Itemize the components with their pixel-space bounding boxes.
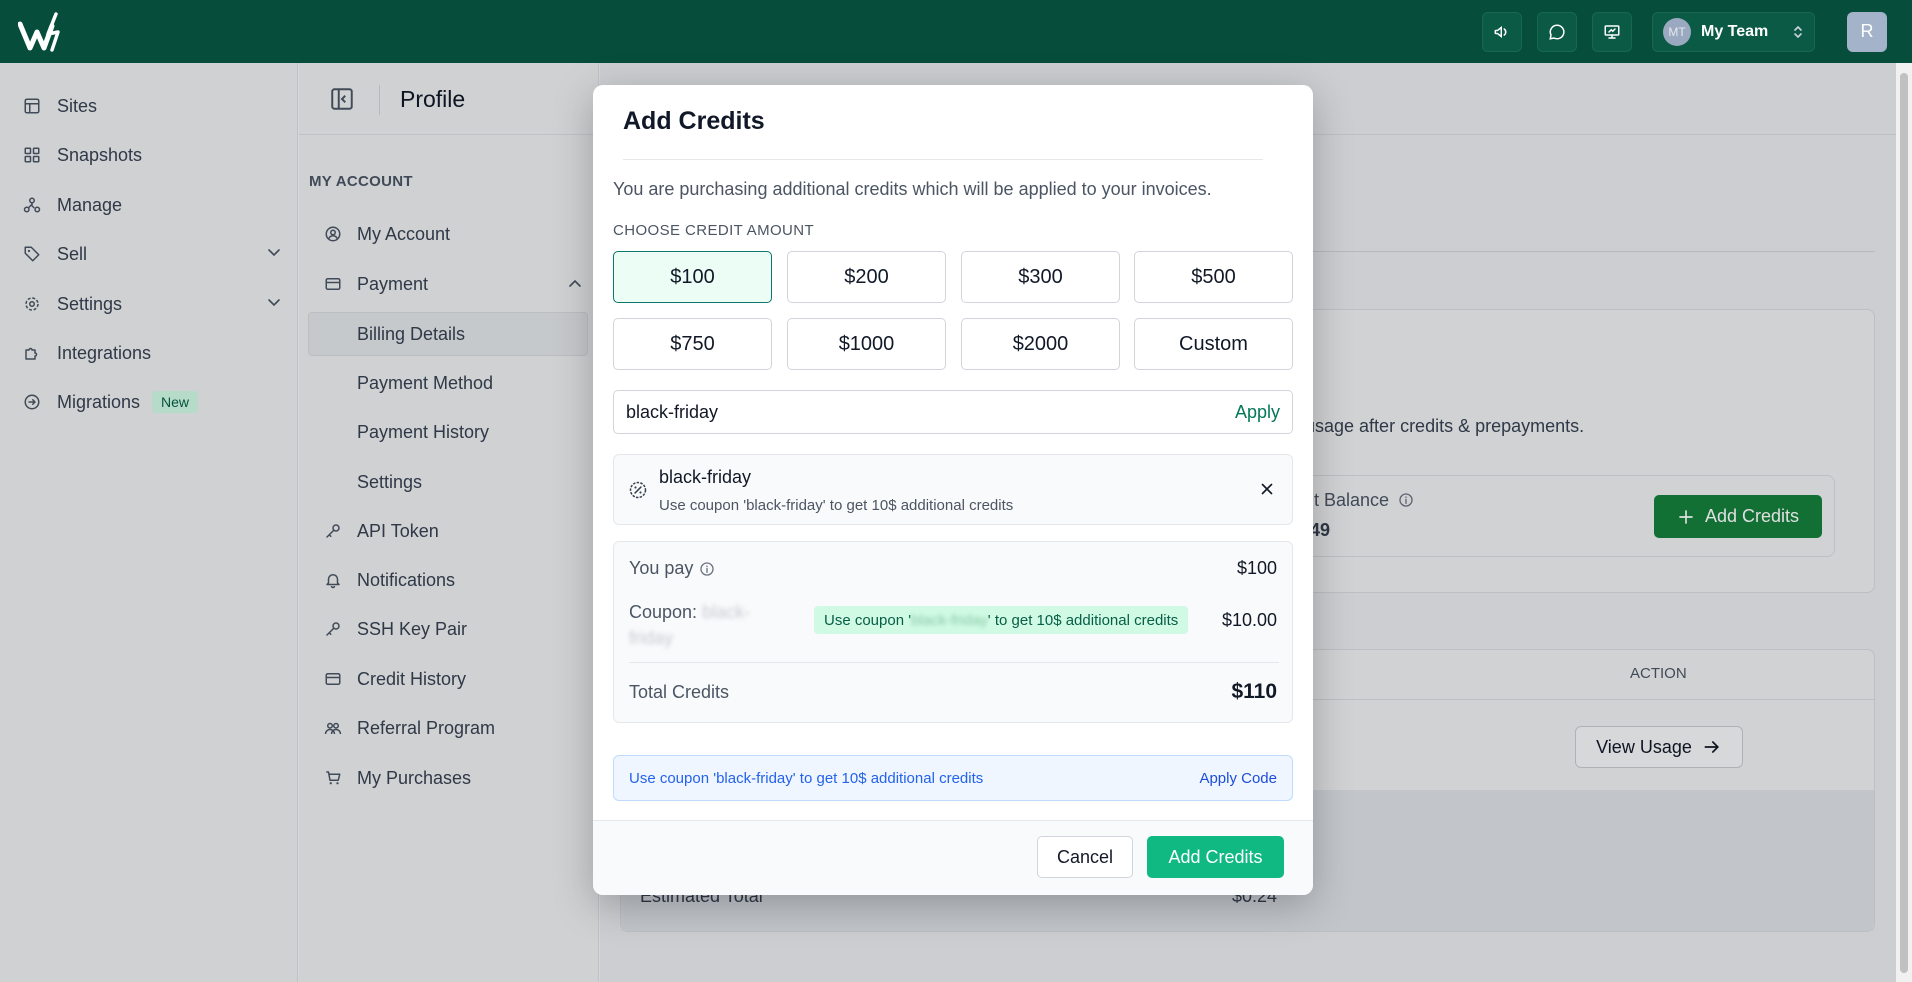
amount-option-100[interactable]: $100 — [613, 251, 772, 303]
amount-option-750[interactable]: $750 — [613, 318, 772, 370]
coupon-input-value[interactable]: black-friday — [626, 402, 1235, 423]
cancel-button[interactable]: Cancel — [1037, 836, 1133, 878]
coupon-name: black-friday — [659, 467, 752, 487]
app-logo-icon[interactable] — [18, 12, 68, 52]
total-credits-value: $110 — [1231, 680, 1277, 703]
amount-option-200[interactable]: $200 — [787, 251, 946, 303]
applied-coupon-card: black-friday Use coupon 'black-friday' t… — [613, 454, 1293, 525]
team-switcher[interactable]: MT My Team — [1652, 11, 1815, 52]
megaphone-icon — [1494, 25, 1507, 38]
amount-option-300[interactable]: $300 — [961, 251, 1120, 303]
payment-summary: You pay $100 Coupon: black-friday Use co… — [613, 541, 1293, 723]
scrollbar-thumb[interactable] — [1900, 73, 1908, 973]
chevron-up-down-icon — [1794, 25, 1802, 38]
team-name: My Team — [1701, 22, 1769, 40]
user-avatar[interactable]: R — [1847, 11, 1887, 52]
coupon-summary-label: Coupon: black-friday — [629, 602, 751, 648]
amount-option-custom[interactable]: Custom — [1134, 318, 1293, 370]
modal-title: Add Credits — [623, 107, 765, 135]
coupon-summary-pill: Use coupon ' black-friday ' to get 10$ add… — [814, 606, 1189, 634]
apply-code-button[interactable]: Apply Code — [1199, 770, 1277, 787]
coupon-description: Use coupon 'black-friday' to get 10$ add… — [659, 497, 1014, 514]
total-credits-label: Total Credits — [629, 682, 730, 702]
promo-text: Use coupon 'black-friday' to get 10$ add… — [629, 769, 984, 787]
coupon-summary-value: $10.00 — [1221, 610, 1277, 630]
modal-description: You are purchasing additional credits wh… — [613, 179, 1212, 199]
top-bar: MT My Team R — [0, 0, 1912, 63]
chat-button[interactable] — [1537, 11, 1577, 52]
page-scrollbar[interactable] — [1896, 63, 1912, 982]
modal-divider — [623, 159, 1263, 160]
add-credits-button[interactable]: Add Credits — [1147, 836, 1284, 878]
amount-option-2000[interactable]: $2000 — [961, 318, 1120, 370]
add-credits-modal: Add Credits You are purchasing additiona… — [593, 85, 1313, 895]
modal-footer: Cancel Add Credits — [593, 820, 1313, 895]
amount-option-1000[interactable]: $1000 — [787, 318, 946, 370]
you-pay-label: You pay — [629, 558, 715, 579]
info-icon[interactable] — [699, 561, 715, 577]
summary-divider — [629, 662, 1279, 663]
close-icon[interactable] — [1258, 480, 1276, 498]
chat-bubble-icon — [1549, 23, 1565, 40]
amount-option-500[interactable]: $500 — [1134, 251, 1293, 303]
presentation-icon — [1604, 24, 1620, 39]
discount-badge-icon — [629, 481, 647, 499]
apply-coupon-button[interactable]: Apply — [1235, 402, 1280, 423]
you-pay-value: $100 — [1236, 558, 1277, 578]
choose-amount-label: CHOOSE CREDIT AMOUNT — [613, 222, 815, 239]
team-avatar: MT — [1663, 17, 1691, 46]
announcements-button[interactable] — [1482, 11, 1522, 52]
promo-banner: Use coupon 'black-friday' to get 10$ add… — [613, 755, 1293, 801]
coupon-input[interactable]: black-friday Apply — [613, 390, 1293, 434]
presentation-button[interactable] — [1592, 11, 1632, 52]
coupon-pill-name: black-friday — [911, 611, 988, 629]
